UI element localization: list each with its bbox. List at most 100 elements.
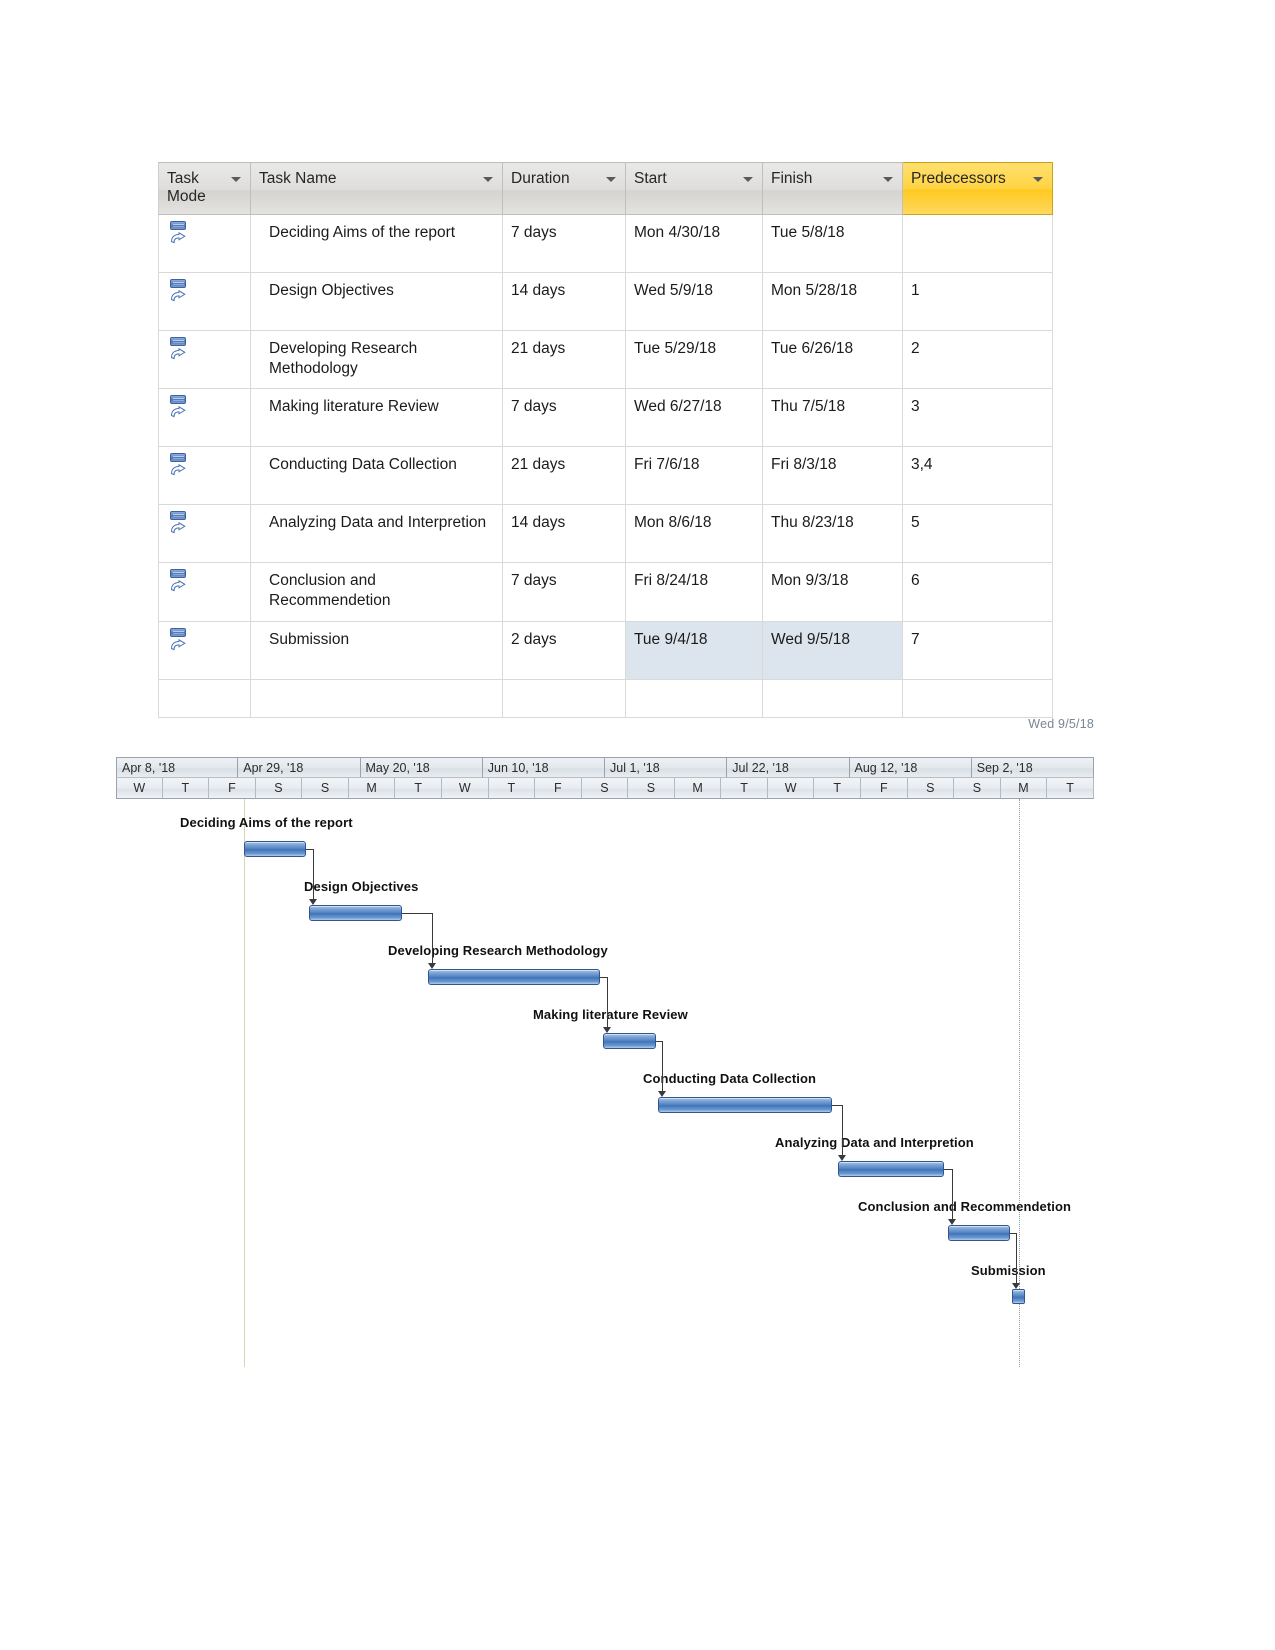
cell-predecessors[interactable] <box>902 214 1053 273</box>
table-row[interactable]: Design Objectives 14 days Wed 5/9/18 Mon 5/… <box>158 272 1053 331</box>
auto-schedule-icon[interactable] <box>169 627 191 658</box>
cell-task-mode[interactable] <box>158 388 251 448</box>
cell-duration[interactable]: 7 days <box>502 388 626 448</box>
cell-task-mode[interactable] <box>158 504 251 564</box>
dependency-link-vertical <box>313 849 314 900</box>
auto-schedule-icon[interactable] <box>169 279 191 309</box>
timescale-day-cell: T <box>162 778 210 799</box>
cell-start[interactable]: Mon 8/6/18 <box>625 504 763 564</box>
cell-predecessors[interactable]: 6 <box>902 562 1053 622</box>
cell-finish[interactable]: Thu 8/23/18 <box>762 504 903 564</box>
cell-finish[interactable]: Mon 5/28/18 <box>762 272 903 331</box>
cell-task-name[interactable]: Conducting Data Collection <box>250 446 503 506</box>
cell-finish[interactable]: Wed 9/5/18 <box>762 620 903 680</box>
gantt-bar[interactable] <box>948 1225 1010 1241</box>
column-header-task-mode[interactable]: Task Mode <box>158 162 251 215</box>
cell-task-name[interactable]: Submission <box>250 620 503 680</box>
cell-task-mode[interactable] <box>158 214 251 273</box>
auto-schedule-icon[interactable] <box>169 395 191 425</box>
cell-predecessors[interactable]: 5 <box>902 504 1053 564</box>
cell-task-name[interactable]: Deciding Aims of the report <box>250 214 503 273</box>
table-row[interactable]: Submission 2 days Tue 9/4/18 Wed 9/5/18 7 <box>158 620 1053 680</box>
cell-start[interactable]: Fri 8/24/18 <box>625 562 763 622</box>
cell-finish[interactable]: Mon 9/3/18 <box>762 562 903 622</box>
cell-start[interactable]: Wed 5/9/18 <box>625 272 763 331</box>
cell-start[interactable]: Mon 4/30/18 <box>625 214 763 273</box>
gantt-bar-label: Conclusion and Recommendetion <box>858 1199 1072 1214</box>
gantt-bar[interactable] <box>244 841 306 857</box>
filter-dropdown-icon[interactable] <box>231 177 241 182</box>
cell-task-mode[interactable] <box>158 272 251 331</box>
cell-task-name[interactable]: Developing Research Methodology <box>250 329 503 390</box>
table-row[interactable]: Analyzing Data and Interpretion 14 days Mo… <box>158 504 1053 564</box>
cell-start[interactable]: Wed 6/27/18 <box>625 388 763 448</box>
timescale-day-cell: T <box>814 778 861 799</box>
cell-duration[interactable]: 14 days <box>502 504 626 564</box>
cell-predecessors[interactable]: 1 <box>902 272 1053 331</box>
cell-finish[interactable]: Tue 6/26/18 <box>762 329 903 390</box>
cell-duration[interactable]: 7 days <box>502 214 626 273</box>
auto-schedule-icon[interactable] <box>169 569 191 599</box>
auto-schedule-icon[interactable] <box>169 453 191 483</box>
gantt-bar[interactable] <box>309 905 402 921</box>
gantt-bar[interactable] <box>838 1161 944 1177</box>
gantt-timescale: Apr 8, '18 Apr 29, '18 May 20, '18 Jun 10, … <box>116 757 1094 799</box>
cell-empty[interactable] <box>158 678 251 719</box>
cell-predecessors[interactable]: 7 <box>902 620 1053 680</box>
cell-predecessors[interactable]: 3 <box>902 388 1053 448</box>
filter-dropdown-icon[interactable] <box>1033 177 1043 182</box>
cell-task-name[interactable]: Conclusion and Recommendetion <box>250 562 503 622</box>
cell-start[interactable]: Tue 5/29/18 <box>625 329 763 390</box>
filter-dropdown-icon[interactable] <box>483 177 493 182</box>
cell-duration[interactable]: 14 days <box>502 272 626 331</box>
filter-dropdown-icon[interactable] <box>883 177 893 182</box>
column-header-duration[interactable]: Duration <box>502 162 626 215</box>
auto-schedule-icon[interactable] <box>169 337 191 367</box>
table-row[interactable]: Making literature Review 7 days Wed 6/27/1… <box>158 388 1053 448</box>
cell-empty[interactable] <box>762 678 903 719</box>
auto-schedule-icon[interactable] <box>169 511 191 541</box>
column-header-predecessors[interactable]: Predecessors <box>902 162 1053 215</box>
cell-task-name[interactable]: Making literature Review <box>250 388 503 448</box>
column-header-task-name[interactable]: Task Name <box>250 162 503 215</box>
cell-duration[interactable]: 2 days <box>502 620 626 680</box>
gantt-bar[interactable] <box>1012 1289 1025 1304</box>
cell-start[interactable]: Tue 9/4/18 <box>625 620 763 680</box>
timescale-week-cell: May 20, '18 <box>360 757 483 778</box>
gantt-bar[interactable] <box>428 969 600 985</box>
filter-dropdown-icon[interactable] <box>743 177 753 182</box>
cell-finish[interactable]: Thu 7/5/18 <box>762 388 903 448</box>
cell-empty[interactable] <box>250 678 503 719</box>
cell-empty[interactable] <box>902 678 1053 719</box>
cell-start[interactable]: Fri 7/6/18 <box>625 446 763 506</box>
table-row-empty[interactable] <box>158 678 1053 719</box>
cell-empty[interactable] <box>625 678 763 719</box>
cell-finish[interactable]: Tue 5/8/18 <box>762 214 903 273</box>
cell-task-mode[interactable] <box>158 329 251 390</box>
cell-duration[interactable]: 7 days <box>502 562 626 622</box>
cell-task-name[interactable]: Design Objectives <box>250 272 503 331</box>
cell-task-name[interactable]: Analyzing Data and Interpretion <box>250 504 503 564</box>
cell-finish[interactable]: Fri 8/3/18 <box>762 446 903 506</box>
timescale-week-cell: Apr 29, '18 <box>238 757 361 778</box>
auto-schedule-icon[interactable] <box>169 221 191 251</box>
table-row[interactable]: Developing Research Methodology 21 days Tu… <box>158 329 1053 390</box>
column-header-start[interactable]: Start <box>625 162 763 215</box>
cell-duration[interactable]: 21 days <box>502 329 626 390</box>
gantt-bar[interactable] <box>603 1033 656 1049</box>
table-header-row: Task Mode Task Name Duration Start Finis… <box>158 162 1053 215</box>
table-row[interactable]: Conclusion and Recommendetion 7 days Fri 8… <box>158 562 1053 622</box>
table-row[interactable]: Deciding Aims of the report 7 days Mon 4/3… <box>158 214 1053 273</box>
cell-empty[interactable] <box>502 678 626 719</box>
table-row[interactable]: Conducting Data Collection 21 days Fri 7/6… <box>158 446 1053 506</box>
gantt-bar[interactable] <box>658 1097 832 1113</box>
cell-predecessors[interactable]: 2 <box>902 329 1053 390</box>
cell-duration[interactable]: 21 days <box>502 446 626 506</box>
cell-task-mode[interactable] <box>158 620 251 680</box>
cell-task-mode[interactable] <box>158 446 251 506</box>
column-header-finish[interactable]: Finish <box>762 162 903 215</box>
filter-dropdown-icon[interactable] <box>606 177 616 182</box>
cell-predecessors[interactable]: 3,4 <box>902 446 1053 506</box>
cell-task-mode[interactable] <box>158 562 251 622</box>
dependency-link-vertical <box>607 977 608 1028</box>
